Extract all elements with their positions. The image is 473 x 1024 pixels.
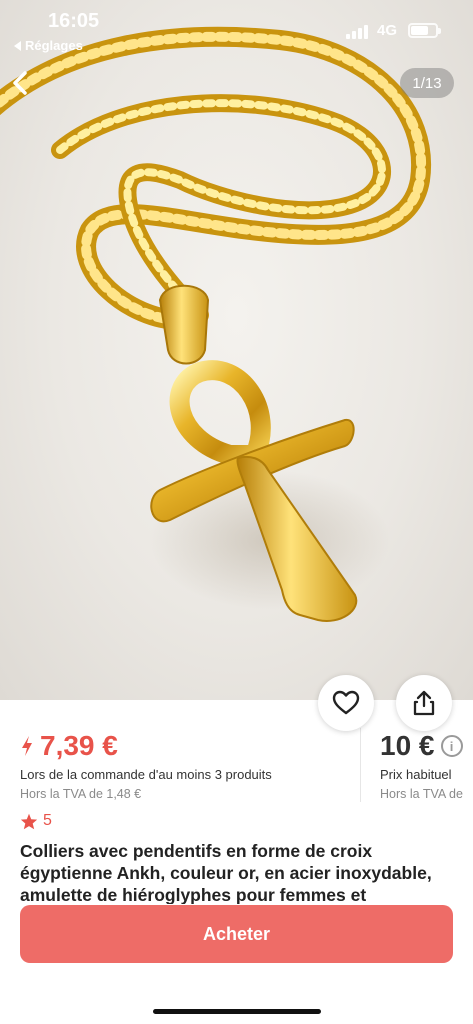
product-image[interactable]	[0, 0, 473, 700]
regular-price-label: Prix habituel	[380, 767, 452, 782]
product-photo-ankh-necklace	[0, 26, 432, 622]
rating-value: 5	[43, 812, 52, 829]
back-to-app-link[interactable]: Réglages	[14, 38, 83, 53]
vat-note: Hors la TVA de 1,48 €	[20, 787, 142, 801]
favorite-button[interactable]	[318, 675, 374, 731]
sale-price: 7,39 €	[40, 730, 118, 761]
info-icon[interactable]: i	[440, 735, 463, 757]
product-title: Colliers avec pendentifs en forme de cro…	[20, 841, 432, 904]
network-label: 4G	[377, 22, 398, 39]
product-title-container: Colliers avec pendentifs en forme de cro…	[20, 840, 465, 904]
heart-icon	[332, 690, 360, 715]
share-button[interactable]	[396, 675, 452, 731]
status-bar: 16:05 Réglages 4G	[0, 0, 473, 60]
image-counter: 1/13	[400, 68, 454, 98]
home-indicator[interactable]	[153, 1009, 321, 1014]
sale-price-block: 7,39 €	[20, 730, 118, 762]
star-icon	[20, 813, 38, 829]
back-app-label: Réglages	[25, 38, 83, 53]
share-icon	[413, 690, 435, 716]
signal-icon	[346, 25, 368, 39]
rating[interactable]: 5	[20, 812, 52, 830]
status-time: 16:05	[48, 10, 100, 32]
back-button[interactable]	[6, 68, 36, 98]
regular-price-block: 10 € i	[380, 730, 463, 762]
regular-vat-note: Hors la TVA de	[380, 787, 463, 801]
back-triangle-icon	[14, 40, 21, 51]
price-condition: Lors de la commande d'au moins 3 produit…	[20, 767, 272, 782]
chevron-left-icon	[13, 71, 27, 95]
battery-icon	[408, 23, 441, 38]
buy-button[interactable]: Acheter	[20, 905, 453, 963]
price-divider	[360, 728, 361, 802]
regular-price: 10 €	[380, 730, 435, 761]
bolt-icon	[22, 736, 32, 756]
